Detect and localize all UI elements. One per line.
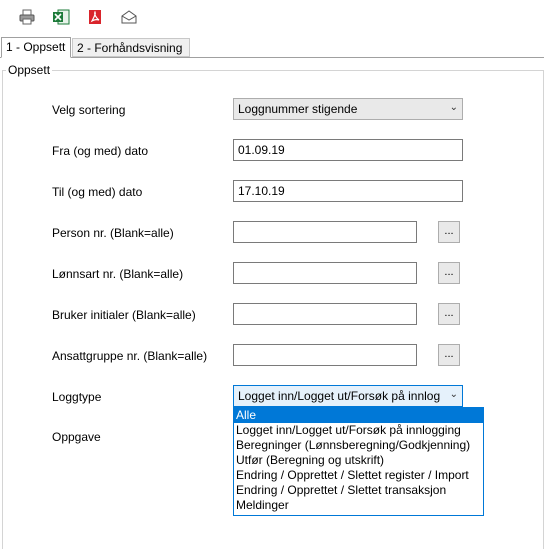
- log-type-label: Loggtype: [52, 390, 102, 404]
- dropdown-option[interactable]: Meldinger: [234, 498, 483, 513]
- wage-type-label: Lønnsart nr. (Blank=alle): [52, 267, 184, 281]
- toolbar: [0, 0, 544, 34]
- group-legend: Oppsett: [6, 63, 53, 77]
- dropdown-option[interactable]: Logget inn/Logget ut/Forsøk på innloggin…: [234, 423, 483, 438]
- sorting-value: Loggnummer stigende: [238, 102, 358, 116]
- task-label: Oppgave: [52, 430, 101, 444]
- person-browse-button[interactable]: ...: [438, 221, 460, 243]
- to-date-label: Til (og med) dato: [52, 185, 143, 199]
- tab-forhandsvisning[interactable]: 2 - Forhåndsvisning: [72, 38, 190, 57]
- tab-oppsett[interactable]: 1 - Oppsett: [1, 37, 71, 58]
- chevron-down-icon: ⌄: [449, 389, 458, 400]
- employee-group-field[interactable]: [233, 344, 417, 366]
- excel-export-button[interactable]: [50, 6, 72, 28]
- wage-type-browse-button[interactable]: ...: [438, 262, 460, 284]
- dropdown-option[interactable]: Beregninger (Lønnsberegning/Godkjenning): [234, 438, 483, 453]
- user-initials-label: Bruker initialer (Blank=alle): [52, 308, 196, 322]
- person-field[interactable]: [233, 221, 417, 243]
- email-button[interactable]: [118, 6, 140, 28]
- dropdown-option[interactable]: Endring / Opprettet / Slettet transaksjo…: [234, 483, 483, 498]
- sorting-select[interactable]: Loggnummer stigende ⌄: [233, 98, 463, 120]
- sorting-label: Velg sortering: [52, 103, 126, 117]
- tab-strip: 1 - Oppsett 2 - Forhåndsvisning: [0, 37, 544, 58]
- user-initials-field[interactable]: [233, 303, 417, 325]
- dropdown-option-alle[interactable]: Alle: [234, 408, 483, 423]
- user-initials-browse-button[interactable]: ...: [438, 303, 460, 325]
- dropdown-option[interactable]: Utfør (Beregning og utskrift): [234, 453, 483, 468]
- excel-icon: [53, 9, 70, 25]
- email-icon: [121, 10, 137, 24]
- pdf-export-button[interactable]: [84, 6, 106, 28]
- person-label: Person nr. (Blank=alle): [52, 226, 174, 240]
- wage-type-field[interactable]: [233, 262, 417, 284]
- log-type-dropdown-list: Alle Logget inn/Logget ut/Forsøk på innl…: [233, 407, 484, 516]
- from-date-label: Fra (og med) dato: [52, 144, 149, 158]
- print-button[interactable]: [16, 6, 38, 28]
- from-date-field[interactable]: 01.09.19: [233, 139, 463, 161]
- chevron-down-icon: ⌄: [449, 102, 458, 113]
- dropdown-option[interactable]: Endring / Opprettet / Slettet register /…: [234, 468, 483, 483]
- to-date-field[interactable]: 17.10.19: [233, 180, 463, 202]
- printer-icon: [19, 9, 35, 25]
- log-type-select[interactable]: Logget inn/Logget ut/Forsøk på innlog ⌄: [233, 385, 463, 407]
- employee-group-browse-button[interactable]: ...: [438, 344, 460, 366]
- pdf-icon: [89, 10, 101, 24]
- employee-group-label: Ansattgruppe nr. (Blank=alle): [52, 349, 208, 363]
- log-type-value: Logget inn/Logget ut/Forsøk på innlog: [238, 389, 441, 403]
